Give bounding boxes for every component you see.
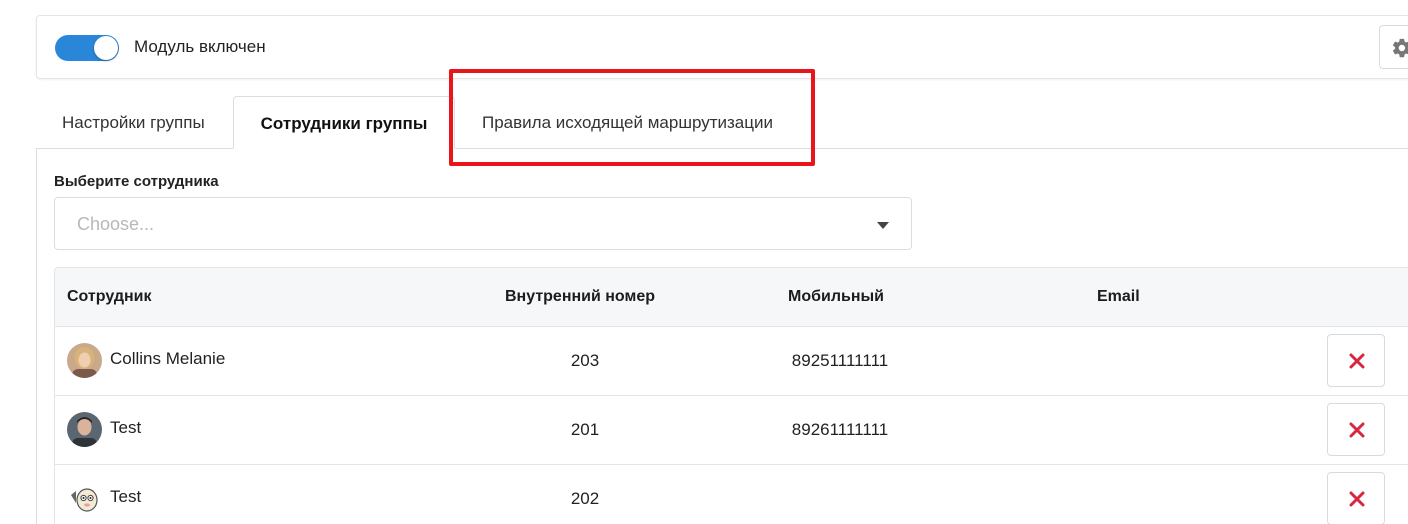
header-extension: Внутренний номер [505,288,655,305]
close-icon [1349,491,1365,507]
module-toggle[interactable] [55,35,119,61]
close-icon [1349,353,1365,369]
close-icon [1349,422,1365,438]
employee-name: Collins Melanie [110,349,226,368]
employee-mobile: 89251111111 [791,351,889,370]
table-row: Collins Melanie 203 89251111111 [55,327,1408,396]
avatar [67,481,102,516]
module-bar: Модуль включен [36,15,1408,79]
select-label: Выберите сотрудника [54,173,219,190]
delete-button[interactable] [1327,403,1385,456]
select-placeholder: Choose... [77,214,155,234]
module-label: Модуль включен [134,37,266,56]
gear-icon [1392,38,1408,58]
avatar [67,343,102,378]
employee-select[interactable]: Choose... [54,197,912,250]
members-table: Сотрудник Внутренний номер Мобильный Ema… [54,267,1408,524]
employee-extension: 202 [570,489,600,508]
table-row: Test 201 89261111111 [55,396,1408,465]
tab-group-settings[interactable]: Настройки группы [62,96,205,149]
header-mobile: Мобильный [788,288,884,305]
employee-extension: 201 [570,420,600,439]
table-row: Test 202 [55,465,1408,524]
avatar [67,412,102,447]
tab-group-members[interactable]: Сотрудники группы [233,96,455,149]
delete-button[interactable] [1327,334,1385,387]
header-email: Email [1097,288,1140,305]
table-header: Сотрудник Внутренний номер Мобильный Ema… [55,268,1408,327]
tab-outbound-routing[interactable]: Правила исходящей маршрутизации [482,96,773,149]
delete-button[interactable] [1327,472,1385,524]
employee-name: Test [110,487,142,506]
employee-extension: 203 [570,351,600,370]
caret-down-icon [877,222,889,229]
toggle-knob [94,36,118,60]
tabs: Настройки группы Сотрудники группы Прави… [36,96,1408,149]
employee-name: Test [110,418,142,437]
header-employee: Сотрудник [67,288,152,305]
settings-button[interactable] [1379,25,1408,69]
employee-mobile: 89261111111 [791,420,889,439]
